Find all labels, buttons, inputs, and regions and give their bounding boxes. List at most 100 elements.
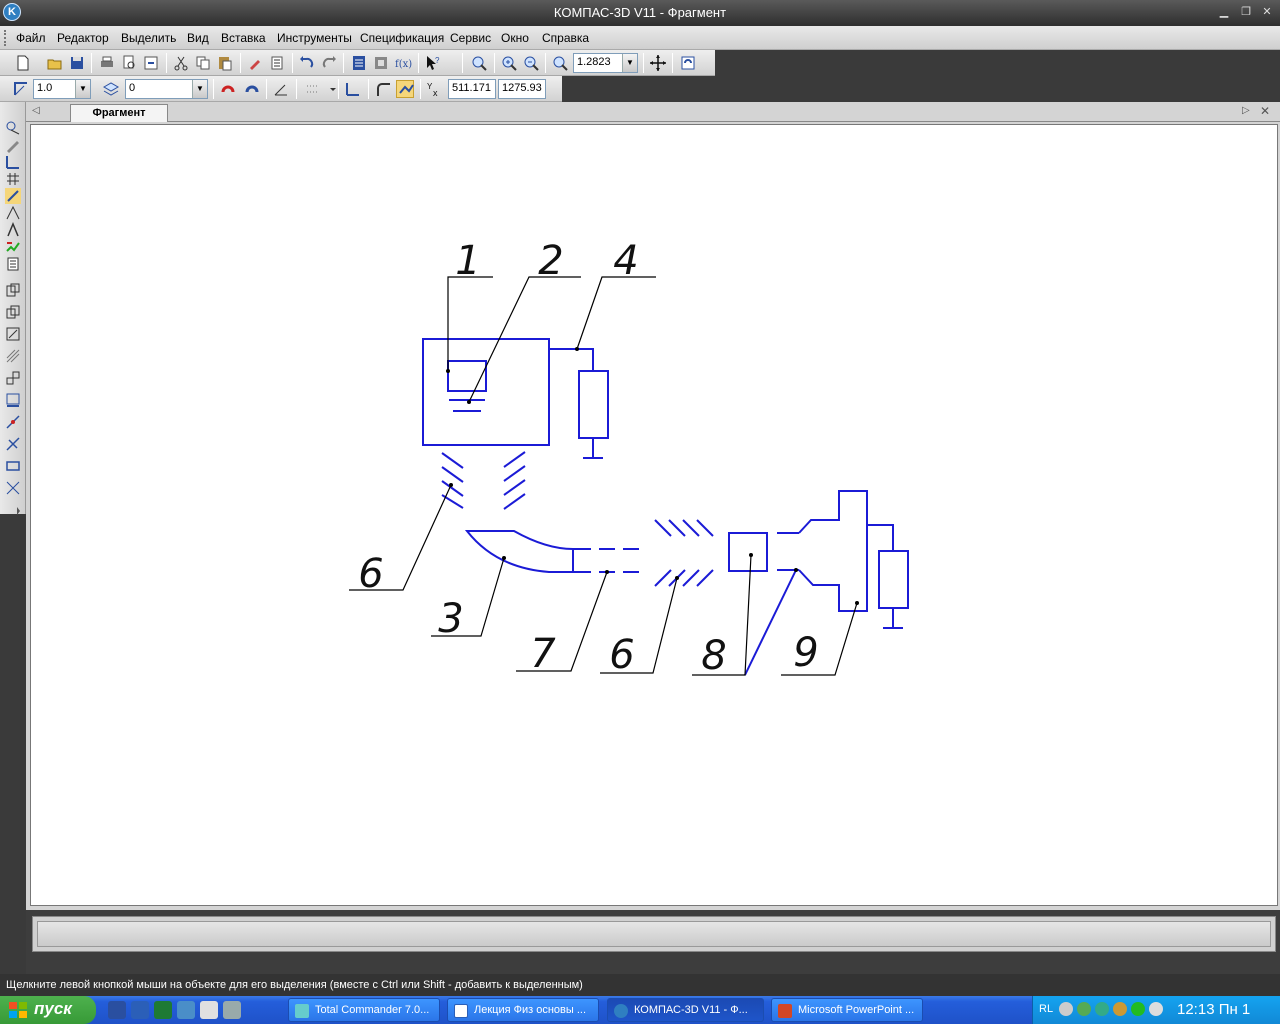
cut-icon[interactable]	[172, 54, 190, 72]
pan-icon[interactable]	[649, 54, 667, 72]
hatch-left-0[interactable]	[441, 452, 464, 469]
tray-sync-icon[interactable]	[1095, 1002, 1109, 1016]
menu-insert[interactable]: Вставка	[221, 31, 266, 45]
redo-icon[interactable]	[320, 54, 338, 72]
task-word-lecture[interactable]: Лекция Физ основы ...	[447, 998, 599, 1022]
zoom-combo[interactable]: 1.2823 ▼	[573, 53, 638, 73]
hatch-right-3[interactable]	[503, 493, 526, 510]
print-icon[interactable]	[98, 54, 116, 72]
close-button[interactable]: ✕	[1259, 5, 1275, 19]
task-total-commander[interactable]: Total Commander 7.0...	[288, 998, 440, 1022]
hatch-lower-top-1[interactable]	[668, 519, 686, 537]
leader-dot-3[interactable]	[449, 483, 453, 487]
print-preview-icon[interactable]	[120, 54, 138, 72]
step-combo[interactable]: 1.0 ▼	[33, 79, 91, 99]
tray-volume-icon[interactable]	[1149, 1002, 1163, 1016]
hatch-fill-icon[interactable]	[5, 392, 21, 408]
coordinates-icon[interactable]: Yx	[426, 80, 444, 98]
wire-9[interactable]	[867, 524, 894, 551]
local-cs-icon[interactable]	[344, 80, 362, 98]
wire-4[interactable]	[549, 348, 594, 371]
panel-expand-icon[interactable]	[5, 502, 21, 515]
hatch-left-1[interactable]	[441, 466, 464, 483]
stepped-block[interactable]	[798, 490, 868, 612]
tray-status-icon[interactable]	[1131, 1002, 1145, 1016]
parametrization-icon[interactable]	[5, 188, 21, 204]
menu-specification[interactable]: Спецификация	[360, 31, 444, 45]
refresh-icon[interactable]	[679, 54, 697, 72]
quicklaunch-calc-icon[interactable]	[223, 1001, 241, 1019]
leader-dot-1[interactable]	[467, 400, 471, 404]
tray-security-icon[interactable]	[1113, 1002, 1127, 1016]
paste-icon[interactable]	[216, 54, 234, 72]
leader-dot-0[interactable]	[446, 369, 450, 373]
coord-y-field[interactable]: 1275.93	[498, 79, 546, 99]
drawing-canvas[interactable]: 1 2 4 6 3 7 6 8 9	[30, 124, 1278, 906]
zoom-scale-icon[interactable]	[551, 54, 569, 72]
selection-icon[interactable]	[5, 239, 21, 255]
leader-dot-7[interactable]	[749, 553, 753, 557]
hatch-lower-top-3[interactable]	[696, 519, 714, 537]
hatch-right-0[interactable]	[503, 451, 526, 468]
quicklaunch-excel-icon[interactable]	[154, 1001, 172, 1019]
help-pointer-icon[interactable]: ?	[424, 54, 442, 72]
split-curve-icon[interactable]	[5, 414, 21, 430]
hatch-lower-bot-0[interactable]	[654, 569, 672, 587]
properties-brush-icon[interactable]	[246, 54, 264, 72]
leader-dot-6[interactable]	[675, 576, 679, 580]
leader-dot-2[interactable]	[575, 347, 579, 351]
local-snap-icon[interactable]	[243, 80, 261, 98]
leader-dot-8[interactable]	[855, 601, 859, 605]
edit-icon[interactable]	[5, 137, 21, 153]
hatch-lower-bot-2[interactable]	[682, 569, 700, 587]
trim-icon[interactable]	[5, 436, 21, 452]
deform-icon[interactable]	[5, 348, 21, 364]
resistor-bottom[interactable]	[878, 550, 909, 609]
leader-dot-8-second[interactable]	[794, 568, 798, 572]
start-button[interactable]: пуск	[0, 996, 96, 1024]
quicklaunch-calendar-icon[interactable]	[177, 1001, 195, 1019]
task-kompas[interactable]: КОМПАС-3D V11 - Ф...	[607, 998, 764, 1022]
open-folder-icon[interactable]	[46, 54, 64, 72]
tab-scroll-right-icon[interactable]: ▷	[1242, 105, 1250, 116]
menu-file[interactable]: Файл	[16, 31, 46, 45]
chevron-down-icon[interactable]: ▼	[75, 80, 90, 98]
scale-icon[interactable]	[5, 326, 21, 342]
array-icon[interactable]	[5, 370, 21, 386]
library-icon[interactable]	[372, 54, 390, 72]
menu-service[interactable]: Сервис	[450, 31, 491, 45]
explode-icon[interactable]	[5, 480, 21, 496]
copy-objects-icon[interactable]	[5, 304, 21, 320]
layer-icon[interactable]	[102, 80, 120, 98]
leader-dot-4[interactable]	[502, 556, 506, 560]
tray-network-icon[interactable]	[1077, 1002, 1091, 1016]
new-document-icon[interactable]	[14, 54, 32, 72]
geometry-icon[interactable]	[5, 120, 21, 136]
tab-scroll-left-icon[interactable]: ◁	[32, 105, 40, 116]
hatch-right-2[interactable]	[503, 479, 526, 496]
menu-edit[interactable]: Редактор	[57, 31, 109, 45]
tab-close-icon[interactable]: ✕	[1260, 104, 1270, 118]
resistor-top[interactable]	[578, 370, 609, 439]
task-powerpoint[interactable]: Microsoft PowerPoint ...	[771, 998, 923, 1022]
detector-block[interactable]	[728, 532, 768, 572]
dimensions-icon[interactable]	[5, 154, 21, 170]
leader-line-2[interactable]	[576, 276, 656, 350]
round-icon[interactable]	[374, 80, 392, 98]
designations-icon[interactable]	[5, 205, 21, 221]
hatch-right-1[interactable]	[503, 465, 526, 482]
variables-fx-icon[interactable]: f(x)	[394, 54, 412, 72]
view-manage-icon[interactable]	[5, 282, 21, 298]
menu-select[interactable]: Выделить	[121, 31, 176, 45]
minimize-button[interactable]: ▁	[1216, 5, 1232, 19]
ortho-icon[interactable]	[272, 80, 290, 98]
grid-icon[interactable]	[304, 80, 322, 98]
coord-x-field[interactable]: 511.171	[448, 79, 496, 99]
hatch-lower-top-2[interactable]	[682, 519, 700, 537]
hatch-lower-bot-3[interactable]	[696, 569, 714, 587]
magnet-snap-icon[interactable]	[219, 80, 237, 98]
layer-combo[interactable]: 0 ▼	[125, 79, 208, 99]
menu-help[interactable]: Справка	[542, 31, 589, 45]
undo-icon[interactable]	[298, 54, 316, 72]
chevron-down-icon[interactable]	[324, 80, 336, 98]
